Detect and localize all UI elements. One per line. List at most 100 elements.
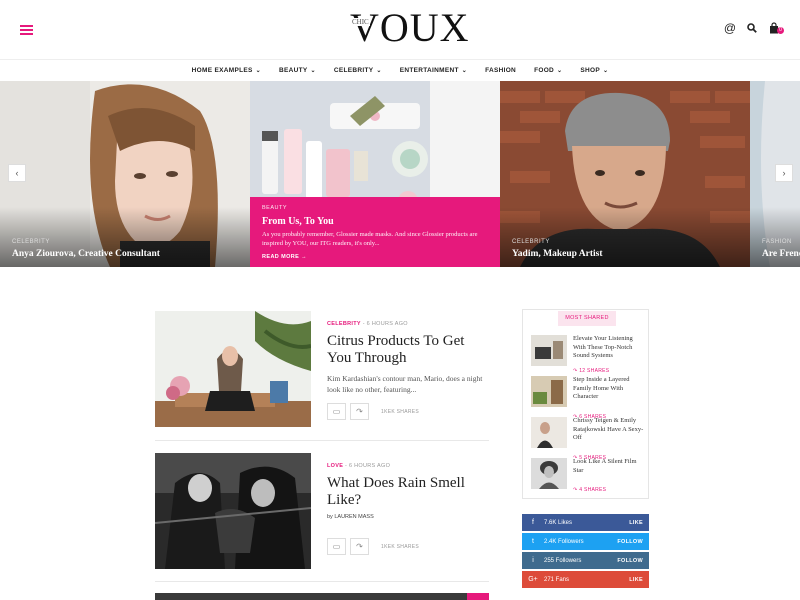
most-shared-title[interactable]: Look Like A Silent Film Star: [573, 458, 645, 475]
post-card: LOVE - 6 HOURS AGO What Does Rain Smell …: [155, 453, 489, 569]
slide-3-caption: CELEBRITY Yadim, Makeup Artist: [500, 207, 750, 267]
most-shared-widget: MOST SHARED Elevate Your Listening With …: [522, 309, 649, 499]
most-shared-title[interactable]: Step Inside a Layered Family Home With C…: [573, 376, 645, 402]
most-shared-item[interactable]: Look Like A Silent Film Star ↷ 4 SHARES: [531, 458, 646, 498]
social-count: 271 Fans: [544, 576, 570, 583]
post-category[interactable]: LOVE: [327, 463, 343, 469]
most-shared-item[interactable]: Elevate Your Listening With These Top-No…: [531, 335, 646, 375]
slide-4-caption: FASHION Are Frenc: [750, 207, 800, 267]
slide-title[interactable]: Yadim, Makeup Artist: [512, 249, 738, 259]
slide-3[interactable]: CELEBRITY Yadim, Makeup Artist: [500, 81, 750, 267]
post-meta: LOVE - 6 HOURS AGO: [327, 463, 489, 469]
chevron-down-icon: ⌄: [603, 68, 609, 74]
nav-label: HOME EXAMPLES: [191, 67, 253, 74]
comment-icon: ▭: [332, 542, 341, 551]
most-shared-thumbnail[interactable]: [531, 335, 567, 366]
most-shared-title[interactable]: Elevate Your Listening With These Top-No…: [573, 335, 645, 361]
chevron-down-icon: ⌄: [376, 68, 382, 74]
slide-excerpt: As you probably remember, Glossier made …: [262, 231, 478, 247]
slide-title[interactable]: From Us, To You: [262, 216, 488, 227]
slide-title[interactable]: Are Frenc: [762, 249, 800, 259]
slide-title[interactable]: Anya Ziourova, Creative Consultant: [12, 249, 238, 259]
slider-prev-button[interactable]: ‹: [8, 164, 26, 182]
site-header: VOUX CHIC @ 0: [0, 0, 800, 60]
comment-icon: ▭: [332, 407, 341, 416]
nav-item-shop[interactable]: SHOP ⌄: [571, 60, 617, 81]
site-logo[interactable]: VOUX CHIC: [340, 6, 469, 50]
logo-text: VOUX: [350, 5, 470, 50]
nav-label: ENTERTAINMENT: [399, 67, 459, 74]
chevron-left-icon: ‹: [15, 168, 19, 178]
post-actions: ▭ ↷ 1KEK SHARES: [327, 403, 489, 420]
most-shared-title[interactable]: Chrissy Teigen & Emily Ratajkowski Have …: [573, 417, 645, 443]
social-action[interactable]: LIKE: [629, 520, 643, 526]
chevron-down-icon: ⌄: [255, 68, 261, 74]
post-meta: CELEBRITY - 6 HOURS AGO: [327, 321, 489, 327]
post-time: - 6 HOURS AGO: [362, 321, 408, 327]
social-count: 255 Followers: [544, 557, 582, 564]
search-icon[interactable]: [746, 21, 758, 35]
read-more-link[interactable]: READ MORE →: [262, 254, 488, 260]
post-author[interactable]: by LAUREN MASS: [327, 514, 489, 520]
social-facebook[interactable]: f 7.6K Likes LIKE: [522, 514, 649, 531]
social-instagram[interactable]: i 255 Followers FOLLOW: [522, 552, 649, 569]
google-plus-icon: G+: [528, 576, 538, 583]
chevron-down-icon: ⌄: [557, 68, 563, 74]
widget-title: MOST SHARED: [558, 311, 616, 326]
post-thumbnail[interactable]: [155, 311, 311, 427]
main-nav: HOME EXAMPLES ⌄ BEAUTY ⌄ CELEBRITY ⌄ ENTERT…: [0, 59, 800, 81]
most-shared-count: ↷ 4 SHARES: [573, 487, 606, 493]
post-category[interactable]: CELEBRITY: [327, 321, 361, 327]
share-button[interactable]: ↷: [350, 538, 369, 555]
nav-item-food[interactable]: FOOD ⌄: [525, 60, 571, 81]
most-shared-thumbnail[interactable]: [531, 376, 567, 407]
header-icons: @ 0: [724, 21, 784, 35]
nav-item-entertainment[interactable]: ENTERTAINMENT ⌄: [391, 60, 476, 81]
next-post-thumbnail[interactable]: [155, 593, 489, 600]
most-shared-thumbnail[interactable]: [531, 458, 567, 489]
comment-button[interactable]: ▭: [327, 538, 346, 555]
instagram-icon: i: [532, 557, 534, 564]
post-thumbnail[interactable]: [155, 453, 311, 569]
featured-post-box: BEAUTY From Us, To You As you probably r…: [250, 197, 500, 267]
category-ribbon: [467, 593, 489, 600]
slider-next-button[interactable]: ›: [775, 164, 793, 182]
chevron-down-icon: ⌄: [461, 68, 468, 74]
post-title[interactable]: Citrus Products To Get You Through: [327, 333, 489, 367]
shares-label: 12 SHARES: [579, 368, 610, 374]
slide-1[interactable]: CELEBRITY Anya Ziourova, Creative Consul…: [0, 81, 250, 267]
slide-category: FASHION: [762, 239, 792, 245]
slide-category: BEAUTY: [262, 205, 288, 211]
most-shared-item[interactable]: Chrissy Teigen & Emily Ratajkowski Have …: [531, 417, 646, 461]
share-button[interactable]: ↷: [350, 403, 369, 420]
at-icon[interactable]: @: [724, 21, 736, 35]
social-action[interactable]: FOLLOW: [617, 539, 643, 545]
social-action[interactable]: FOLLOW: [617, 558, 643, 564]
social-twitter[interactable]: t 2.4K Followers FOLLOW: [522, 533, 649, 550]
menu-icon[interactable]: [20, 25, 33, 35]
post-body: LOVE - 6 HOURS AGO What Does Rain Smell …: [327, 463, 489, 555]
nav-item-beauty[interactable]: BEAUTY ⌄: [270, 60, 325, 81]
most-shared-thumbnail[interactable]: [531, 417, 567, 448]
social-google-plus[interactable]: G+ 271 Fans LIKE: [522, 571, 649, 588]
nav-item-fashion[interactable]: FASHION: [476, 60, 525, 81]
cart-icon[interactable]: 0: [768, 21, 784, 35]
chevron-down-icon: ⌄: [310, 68, 316, 74]
post-body: CELEBRITY - 6 HOURS AGO Citrus Products …: [327, 321, 489, 420]
social-action[interactable]: LIKE: [629, 577, 643, 583]
post-title[interactable]: What Does Rain Smell Like?: [327, 475, 489, 509]
nav-item-home-examples[interactable]: HOME EXAMPLES ⌄: [183, 60, 270, 81]
comment-button[interactable]: ▭: [327, 403, 346, 420]
featured-slider: CELEBRITY Anya Ziourova, Creative Consul…: [0, 81, 800, 267]
nav-label: BEAUTY: [278, 67, 308, 74]
slide-category: CELEBRITY: [512, 239, 550, 245]
most-shared-count: ↷ 12 SHARES: [573, 368, 609, 374]
share-count: 1KEK SHARES: [381, 408, 420, 415]
most-shared-item[interactable]: Step Inside a Layered Family Home With C…: [531, 376, 646, 420]
nav-item-celebrity[interactable]: CELEBRITY ⌄: [325, 60, 391, 81]
post-divider: [155, 581, 489, 582]
post-divider: [155, 440, 489, 441]
post-excerpt: Kim Kardashian's contour man, Mario, doe…: [327, 374, 483, 394]
facebook-icon: f: [532, 519, 534, 526]
social-count: 7.6K Likes: [544, 519, 573, 526]
